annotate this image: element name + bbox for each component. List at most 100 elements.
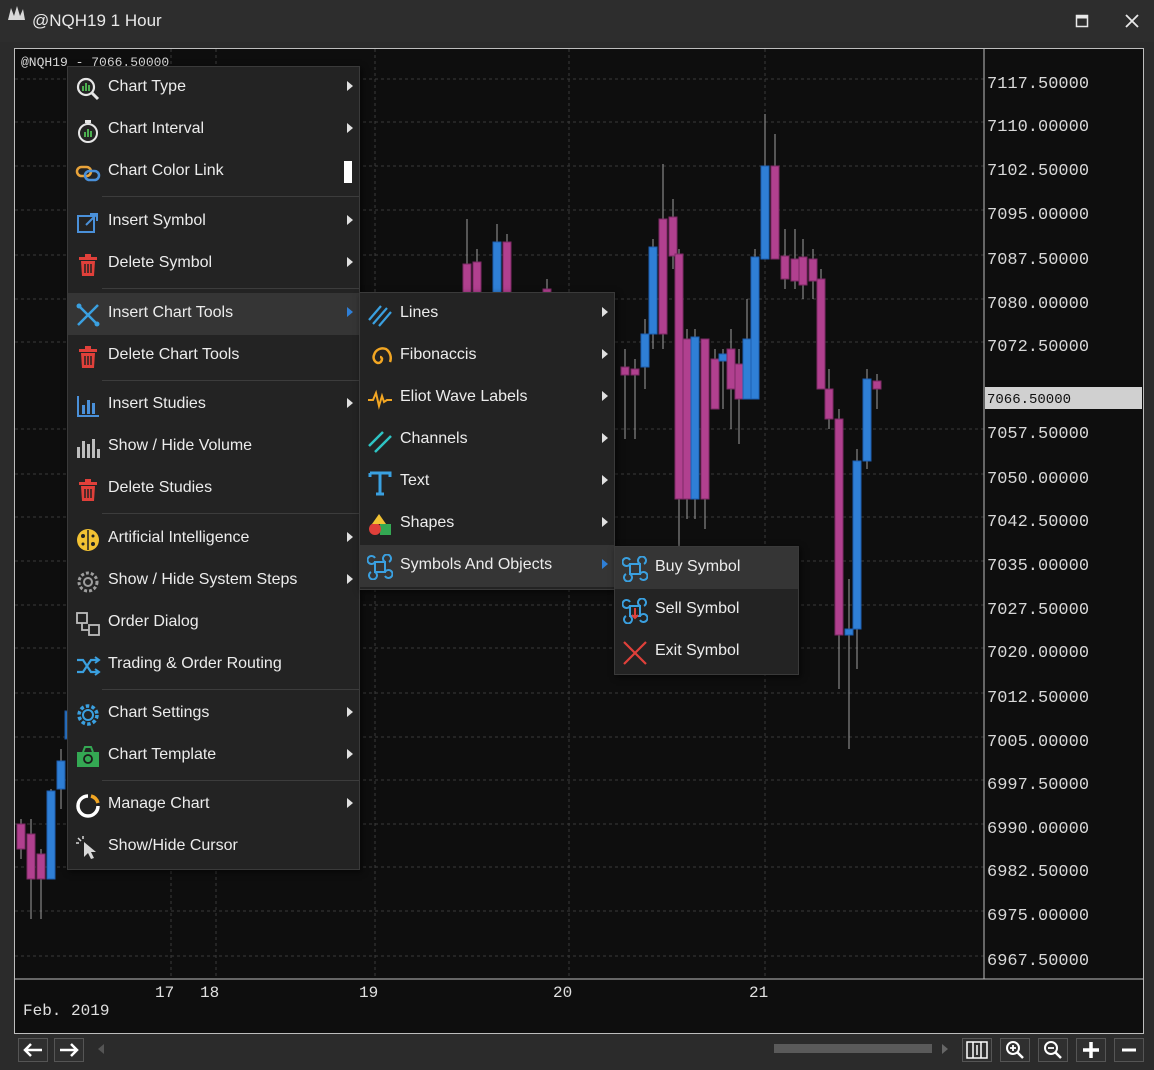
submenu-item-fibonaccis[interactable]: Fibonaccis: [360, 335, 614, 377]
menu-item-chart-template[interactable]: Chart Template: [68, 735, 359, 777]
menu-item-delete-studies[interactable]: Delete Studies: [68, 468, 359, 510]
chart-type-icon: [76, 77, 100, 101]
stopwatch-icon: [78, 120, 98, 143]
close-icon: [1125, 14, 1139, 28]
candle-body: [816, 278, 826, 390]
menu-item-chart-settings[interactable]: Chart Settings: [68, 693, 359, 735]
submenu-item-buy-symbol[interactable]: Buy Symbol: [615, 547, 798, 589]
menu-item-label: Show / Hide System Steps: [108, 571, 298, 588]
price-tick-label: 7027.50000: [987, 601, 1089, 620]
candle-body: [46, 790, 56, 880]
submenu-item-label: Eliot Wave Labels: [400, 388, 528, 405]
zoom-out-button[interactable]: [1038, 1038, 1068, 1062]
candle-body: [630, 368, 640, 376]
submenu-arrow-icon: [602, 391, 608, 401]
submenu-item-sell-symbol[interactable]: Sell Symbol: [615, 589, 798, 631]
trash-icon: [79, 479, 97, 501]
fit-chart-button[interactable]: [962, 1038, 992, 1062]
menu-item-chart-type[interactable]: Chart Type: [68, 67, 359, 109]
app-logo-icon: [8, 6, 25, 20]
lines-icon: [368, 305, 392, 327]
candle-body: [26, 833, 36, 880]
submenu-item-eliot-wave-labels[interactable]: Eliot Wave Labels: [360, 377, 614, 419]
candle-body: [862, 378, 872, 462]
maximize-button[interactable]: [1068, 8, 1096, 34]
candle-body: [718, 353, 728, 362]
menu-item-chart-color-link[interactable]: Chart Color Link: [68, 151, 359, 193]
price-tick-label: 7035.00000: [987, 557, 1089, 576]
candle-body: [750, 256, 760, 400]
menu-item-show-hide-volume[interactable]: Show / Hide Volume: [68, 426, 359, 468]
candle-body: [56, 760, 66, 790]
candle-body: [790, 258, 800, 282]
submenu-item-text[interactable]: Text: [360, 461, 614, 503]
menu-item-order-dialog[interactable]: Order Dialog: [68, 602, 359, 644]
menu-item-label: Chart Interval: [108, 120, 205, 137]
submenu-item-symbols-and-objects[interactable]: Symbols And Objects: [360, 545, 614, 587]
time-tick-label: 18: [200, 984, 219, 1002]
arrow-right-icon: [60, 1043, 79, 1057]
chart-tools-submenu: Lines Fibonaccis Eliot Wave Labels Chann…: [359, 292, 615, 590]
menu-item-insert-studies[interactable]: Insert Studies: [68, 384, 359, 426]
price-tick-label: 7110.00000: [987, 118, 1089, 137]
menu-item-insert-symbol[interactable]: Insert Symbol: [68, 201, 359, 243]
menu-item-label: Delete Chart Tools: [108, 346, 240, 363]
scroll-right-button[interactable]: [54, 1038, 84, 1062]
menu-item-insert-chart-tools[interactable]: Insert Chart Tools: [68, 293, 359, 335]
menu-separator: [102, 196, 359, 197]
brain-icon: [77, 529, 99, 551]
menu-item-manage-chart[interactable]: Manage Chart: [68, 784, 359, 826]
candle-body: [668, 216, 678, 257]
menu-item-label: Manage Chart: [108, 795, 210, 812]
minus-icon: [1122, 1048, 1136, 1052]
price-tick-label: 6975.00000: [987, 907, 1089, 926]
candle-body: [798, 256, 808, 286]
time-axis: 17 18 19 20 21: [155, 984, 768, 1002]
submenu-item-channels[interactable]: Channels: [360, 419, 614, 461]
zoom-in-button[interactable]: [1000, 1038, 1030, 1062]
chart-tools-icon: [76, 303, 100, 327]
submenu-arrow-icon: [602, 517, 608, 527]
chart-context-menu: Chart Type Chart Interval Chart Color Li…: [67, 66, 360, 870]
trash-icon: [79, 254, 97, 276]
submenu-item-shapes[interactable]: Shapes: [360, 503, 614, 545]
menu-item-label: Show / Hide Volume: [108, 437, 253, 454]
menu-item-show-hide-system-steps[interactable]: Show / Hide System Steps: [68, 560, 359, 602]
menu-item-chart-interval[interactable]: Chart Interval: [68, 109, 359, 151]
menu-item-delete-symbol[interactable]: Delete Symbol: [68, 243, 359, 285]
price-tick-label: 7102.50000: [987, 162, 1089, 181]
candle-body: [36, 853, 46, 880]
fibonacci-spiral-icon: [372, 347, 392, 365]
candle-body: [710, 358, 720, 410]
scrollbar-right-arrow-icon[interactable]: [942, 1044, 948, 1054]
remove-bars-button[interactable]: [1114, 1038, 1144, 1062]
submenu-item-exit-symbol[interactable]: Exit Symbol: [615, 631, 798, 673]
candle-body: [726, 348, 736, 390]
menu-item-artificial-intelligence[interactable]: Artificial Intelligence: [68, 518, 359, 560]
menu-item-trading-order-routing[interactable]: Trading & Order Routing: [68, 644, 359, 686]
submenu-item-lines[interactable]: Lines: [360, 293, 614, 335]
scrollbar-thumb[interactable]: [774, 1044, 932, 1053]
scroll-left-button[interactable]: [18, 1038, 48, 1062]
submenu-arrow-icon: [347, 123, 353, 133]
submenu-item-label: Sell Symbol: [655, 600, 740, 617]
close-button[interactable]: [1118, 8, 1146, 34]
candle-body: [682, 338, 692, 500]
fit-columns-icon: [966, 1041, 988, 1059]
gear-icon: [77, 571, 99, 593]
candle-body: [834, 418, 844, 636]
menu-item-label: Chart Type: [108, 78, 186, 95]
time-tick-label: 19: [359, 984, 378, 1002]
menu-item-label: Delete Symbol: [108, 254, 213, 271]
scrollbar-left-arrow-icon[interactable]: [98, 1044, 104, 1054]
candle-body: [620, 366, 630, 376]
submenu-arrow-icon: [347, 574, 353, 584]
maximize-icon: [1075, 14, 1089, 28]
submenu-arrow-icon: [347, 257, 353, 267]
candle-body: [852, 460, 862, 630]
add-bars-button[interactable]: [1076, 1038, 1106, 1062]
menu-item-delete-chart-tools[interactable]: Delete Chart Tools: [68, 335, 359, 377]
menu-item-show-hide-cursor[interactable]: Show/Hide Cursor: [68, 826, 359, 868]
template-icon: [77, 746, 99, 767]
price-tick-label: 6967.50000: [987, 952, 1089, 971]
